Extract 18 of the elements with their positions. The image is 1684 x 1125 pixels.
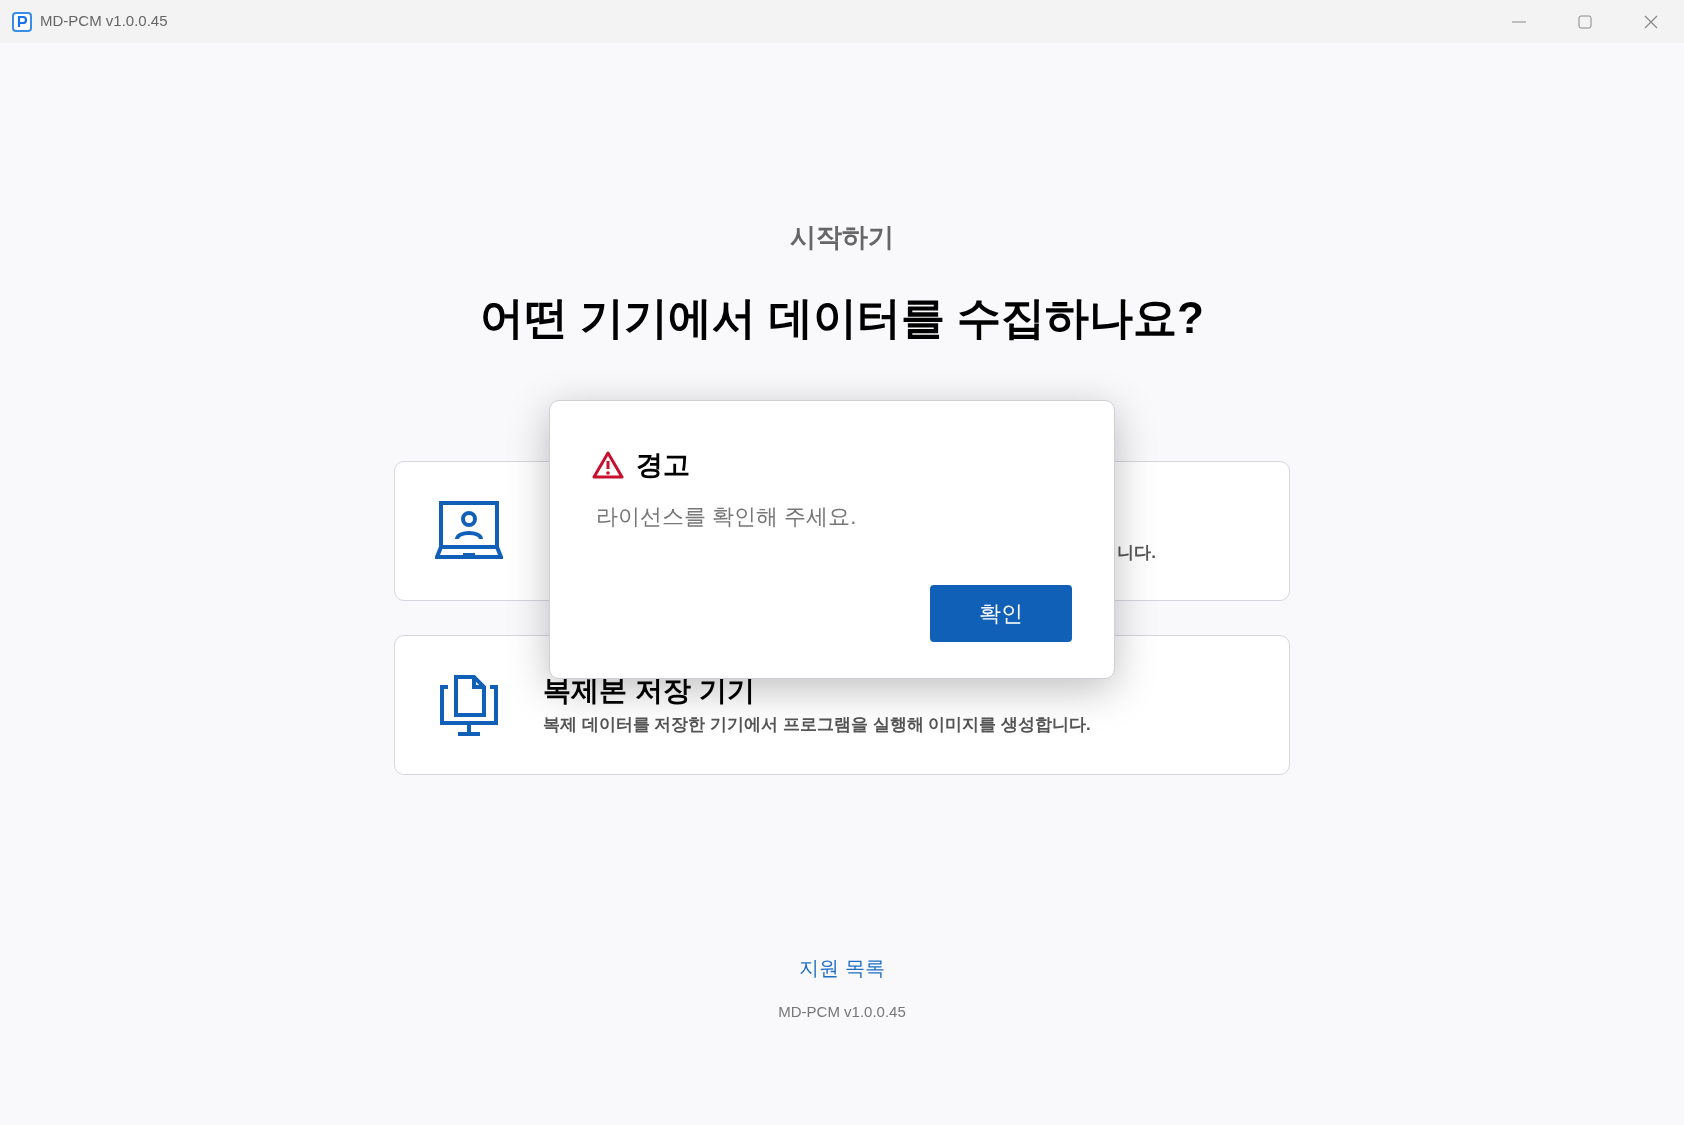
window-title: MD-PCM v1.0.0.45 (40, 11, 168, 32)
eyebrow-text: 시작하기 (790, 221, 894, 254)
support-list-link[interactable]: 지원 목록 (799, 953, 885, 983)
app-logo-icon (12, 11, 32, 32)
dialog-message: 라이선스를 확인해 주세요. (596, 502, 858, 531)
card-description: 니다. (1117, 542, 1156, 565)
maximize-icon (1578, 14, 1592, 29)
minimize-icon (1512, 20, 1526, 23)
card-title: 복제본 저장 기기 (543, 673, 756, 708)
confirm-button[interactable]: 확인 (930, 584, 1072, 642)
page-heading: 어떤 기기에서 데이터를 수집하나요? (480, 292, 1204, 344)
version-text: MD-PCM v1.0.0.45 (778, 1002, 906, 1022)
monitor-document-icon (438, 673, 500, 737)
dialog-title: 경고 (636, 449, 690, 482)
warning-icon (592, 451, 624, 480)
close-icon (1644, 14, 1658, 29)
card-description: 복제 데이터를 저장한 기기에서 프로그램을 실행해 이미지를 생성합니다. (543, 713, 1091, 736)
laptop-person-icon (435, 501, 503, 561)
